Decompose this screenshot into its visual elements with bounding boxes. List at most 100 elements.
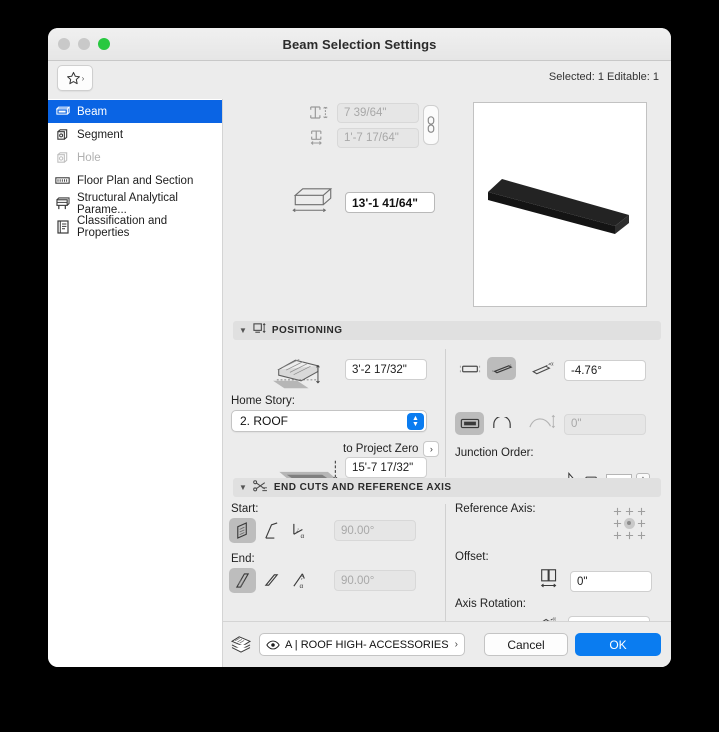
sidebar-item-label: Classification and Properties — [77, 214, 168, 239]
project-zero-label: to Project Zero — [343, 443, 419, 455]
reference-axis-grid — [611, 505, 647, 541]
positioning-section-label: POSITIONING — [271, 325, 343, 336]
project-zero-field[interactable]: 15'-7 17/32" — [345, 457, 427, 478]
disclosure-triangle-icon[interactable]: ▼ — [239, 326, 247, 335]
ok-button[interactable]: OK — [575, 633, 661, 656]
end-cut-custom-icon: α — [293, 573, 305, 590]
slant-angle-field[interactable]: -4.76° — [564, 360, 646, 381]
beam-height-row: 7 39/64" — [308, 103, 419, 123]
classification-icon — [55, 219, 70, 234]
reference-axis-cell[interactable] — [623, 505, 635, 517]
slant-angle-icon: α — [531, 359, 557, 382]
profile-toggle-group — [455, 357, 516, 380]
sidebar-item-floor-plan-and-section[interactable]: Floor Plan and Section — [48, 169, 222, 192]
end-cuts-section-label: END CUTS AND REFERENCE AXIS — [273, 482, 452, 493]
beam-width-row: 1'-7 17/64" — [308, 128, 419, 148]
star-icon — [66, 71, 80, 84]
project-zero-chevron-button[interactable]: › — [423, 441, 440, 457]
reference-axis-cell-selected[interactable] — [623, 517, 635, 529]
toolbar-row: › Selected: 1 Editable: 1 — [48, 61, 671, 99]
beam-icon — [55, 105, 70, 118]
end-label: End: — [231, 553, 255, 565]
axis-rotation-label: Axis Rotation: — [455, 598, 526, 610]
sidebar-item-beam[interactable]: Beam — [48, 100, 222, 123]
sidebar-item-label: Floor Plan and Section — [77, 174, 194, 187]
structural-icon — [55, 197, 70, 210]
start-cut-group: α 90.00° — [229, 518, 416, 543]
home-story-select[interactable]: 2. ROOF ▲ ▼ — [231, 410, 427, 432]
beam-length-icon — [291, 186, 335, 219]
straight-profile-button[interactable] — [455, 357, 484, 380]
positioning-section-header[interactable]: ▼ POSITIONING — [233, 321, 661, 340]
beam-settings-window: Beam Selection Settings › Selected: 1 Ed… — [48, 28, 671, 667]
reference-axis-cell[interactable] — [635, 505, 647, 517]
end-cut-angled-icon — [264, 574, 279, 586]
reference-axis-cell[interactable] — [611, 529, 623, 541]
offset-label: Offset: — [455, 551, 489, 563]
sidebar-item-label: Segment — [77, 128, 124, 141]
floor-plan-icon — [55, 174, 70, 187]
positioning-divider — [445, 349, 446, 477]
layer-name: A | ROOF HIGH- ACCESSORIES — [285, 638, 449, 651]
start-cut-angled-button[interactable] — [258, 518, 285, 543]
curved-shape-button[interactable] — [487, 412, 516, 435]
end-cut-vertical-button[interactable] — [229, 568, 256, 593]
beam-elevation-icon — [263, 349, 343, 397]
layers-stack-icon[interactable] — [230, 635, 252, 658]
beam-length-field[interactable]: 13'-1 41/64" — [345, 192, 435, 213]
elevation-field[interactable]: 3'-2 17/32" — [345, 359, 427, 380]
end-cut-custom-icon: α — [293, 523, 305, 540]
reference-axis-cell[interactable] — [623, 529, 635, 541]
disclosure-triangle-icon[interactable]: ▼ — [239, 483, 247, 492]
link-chain-icon — [427, 116, 435, 133]
beam-3d-preview[interactable] — [473, 102, 647, 307]
zoom-button[interactable] — [98, 38, 110, 50]
end-cut-custom-button[interactable]: α — [287, 568, 314, 593]
curve-height-field[interactable]: 0" — [564, 413, 646, 435]
layer-select[interactable]: A | ROOF HIGH- ACCESSORIES › — [259, 633, 465, 656]
svg-text:α: α — [301, 532, 305, 540]
curved-shape-icon — [492, 417, 511, 429]
home-story-label: Home Story: — [231, 395, 295, 407]
project-zero-row: to Project Zero › — [343, 441, 440, 457]
sidebar-item-label: Structural Analytical Parame... — [77, 191, 178, 216]
reference-axis-cell[interactable] — [635, 529, 647, 541]
link-dimensions-button[interactable] — [423, 105, 439, 145]
scissors-icon — [253, 479, 268, 497]
offset-row: 0" — [538, 567, 652, 596]
start-angle-field[interactable]: 90.00° — [334, 520, 416, 541]
reference-axis-cell[interactable] — [611, 517, 623, 529]
junction-order-label: Junction Order: — [455, 447, 534, 459]
offset-field[interactable]: 0" — [570, 571, 652, 592]
beam-width-field[interactable]: 1'-7 17/64" — [337, 128, 419, 148]
beam-height-icon — [308, 104, 330, 122]
window-title: Beam Selection Settings — [282, 36, 437, 52]
end-cut-vertical-icon — [235, 573, 250, 588]
rectangular-shape-button[interactable] — [455, 412, 484, 435]
beam-width-icon — [308, 129, 330, 147]
favorites-chevron-icon: › — [81, 73, 85, 83]
reference-axis-cell[interactable] — [611, 505, 623, 517]
start-cut-custom-button[interactable]: α — [287, 518, 314, 543]
svg-text:α: α — [550, 360, 554, 367]
sidebar-item-label: Hole — [77, 151, 101, 164]
beam-length-row: 13'-1 41/64" — [291, 186, 435, 219]
close-button[interactable] — [58, 38, 70, 50]
end-cut-angled-button[interactable] — [258, 568, 285, 593]
sidebar-item-classification-and-properties[interactable]: Classification and Properties — [48, 214, 222, 239]
window-body: Beam Segment Hole Floor Plan and Section… — [48, 99, 671, 667]
layer-chevron-icon: › — [454, 639, 458, 650]
sidebar-item-segment[interactable]: Segment — [48, 123, 222, 146]
sidebar-item-structural-analytical-parameters[interactable]: Structural Analytical Parame... — [48, 191, 222, 216]
end-cuts-section-header[interactable]: ▼ END CUTS AND REFERENCE AXIS — [233, 478, 661, 497]
positioning-icon — [253, 322, 266, 340]
reference-axis-cell[interactable] — [635, 517, 647, 529]
sidebar-item-hole[interactable]: Hole — [48, 146, 222, 169]
beam-height-field[interactable]: 7 39/64" — [337, 103, 419, 123]
cancel-button[interactable]: Cancel — [484, 633, 568, 656]
slanted-profile-button[interactable] — [487, 357, 516, 380]
minimize-button[interactable] — [78, 38, 90, 50]
favorites-button[interactable]: › — [57, 65, 93, 91]
end-angle-field[interactable]: 90.00° — [334, 570, 416, 591]
start-cut-vertical-button[interactable] — [229, 518, 256, 543]
